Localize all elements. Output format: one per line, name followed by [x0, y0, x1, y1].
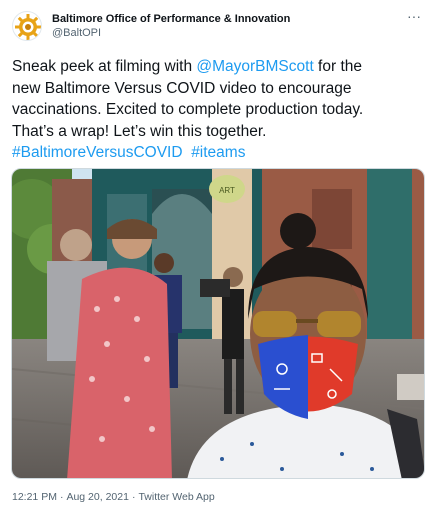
tweet-line-3: vaccinations. Excited to complete produc…: [12, 101, 364, 118]
gear-sun-logo-icon: [15, 14, 41, 40]
meta-separator: ·: [59, 491, 64, 503]
tweet-line-1: Sneak peek at filming with @MayorBMScott…: [12, 56, 426, 78]
tweet-photo[interactable]: ART: [11, 168, 425, 479]
photo-icon: ART: [12, 169, 424, 478]
tweet-source[interactable]: Twitter Web App: [138, 491, 214, 503]
tweet-text-segment: Sneak peek at filming with: [12, 58, 197, 75]
storefront-sign: ART: [219, 186, 235, 195]
avatar[interactable]: [12, 11, 42, 41]
tweet-card: Baltimore Office of Performance & Innova…: [0, 0, 436, 512]
tweet-time[interactable]: 12:21 PM: [12, 491, 57, 503]
author-handle[interactable]: @BaltOPI: [52, 26, 290, 40]
mention-link[interactable]: @MayorBMScott: [196, 58, 313, 75]
hashtag-link[interactable]: #BaltimoreVersusCOVID: [12, 144, 183, 161]
meta-separator: ·: [131, 491, 136, 503]
tweet-text-segment: for the: [313, 58, 362, 75]
tweet-text: Sneak peek at filming with @MayorBMScott…: [12, 56, 426, 164]
tweet-line-4: That’s a wrap! Let’s win this together.: [12, 122, 267, 140]
tweet-header: Baltimore Office of Performance & Innova…: [12, 9, 424, 46]
tweet-date[interactable]: Aug 20, 2021: [66, 491, 128, 503]
tweet-line-2: new Baltimore Versus COVID video to enco…: [12, 79, 352, 97]
author-names: Baltimore Office of Performance & Innova…: [52, 12, 290, 40]
tweet-line-5: #BaltimoreVersusCOVID #iteams: [12, 142, 426, 164]
tweet-meta: 12:21 PM · Aug 20, 2021 · Twitter Web App: [12, 491, 215, 503]
more-options-button[interactable]: ···: [404, 9, 424, 26]
hashtag-link[interactable]: #iteams: [191, 144, 245, 161]
author-display-name[interactable]: Baltimore Office of Performance & Innova…: [52, 12, 290, 26]
